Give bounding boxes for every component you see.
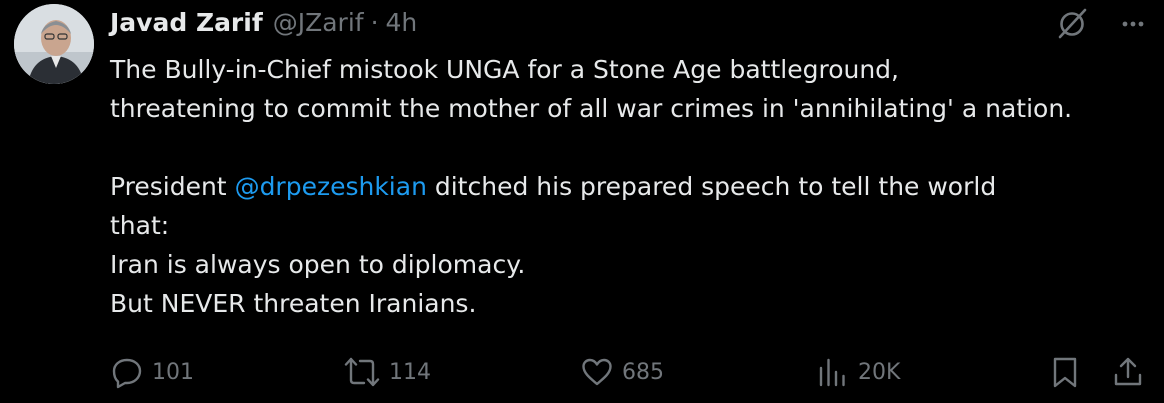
grok-icon[interactable] (1054, 6, 1090, 42)
reply-count: 101 (152, 359, 194, 385)
tweet-action-bar: 101 114 685 20K (110, 352, 1150, 392)
share-button[interactable] (1112, 352, 1144, 392)
share-icon (1114, 357, 1142, 386)
bookmark-icon (1053, 357, 1077, 388)
tweet-text: The Bully-in-Chief mistook UNGA for a St… (110, 50, 1160, 323)
author-handle[interactable]: @JZarif (273, 8, 364, 37)
reply-icon (112, 358, 142, 389)
tweet-line: that: (110, 211, 170, 240)
tweet-line: President @drpezeshkian ditched his prep… (110, 167, 1160, 206)
header-separator: · (370, 7, 379, 37)
tweet-top-actions (1054, 6, 1146, 42)
avatar-image (14, 4, 94, 84)
bookmark-button[interactable] (1050, 352, 1080, 392)
views-button[interactable]: 20K (816, 352, 900, 392)
repost-count: 114 (389, 359, 431, 385)
tweet-line: The Bully-in-Chief mistook UNGA for a St… (110, 55, 900, 84)
tweet-text-segment: ditched his prepared speech to tell the … (426, 172, 997, 201)
author-name[interactable]: Javad Zarif (110, 8, 263, 37)
avatar[interactable] (14, 4, 94, 84)
views-icon (819, 358, 845, 387)
tweet-line: Iran is always open to diplomacy. (110, 250, 526, 279)
tweet-text-segment: President (110, 172, 235, 201)
view-count: 20K (858, 359, 901, 385)
more-icon[interactable] (1120, 11, 1146, 37)
heart-icon (582, 358, 612, 386)
mention-link[interactable]: @drpezeshkian (235, 172, 427, 201)
tweet-line: But NEVER threaten Iranians. (110, 289, 477, 318)
reply-button[interactable]: 101 (110, 352, 194, 392)
like-count: 685 (622, 359, 664, 385)
tweet-line: threatening to commit the mother of all … (110, 94, 1073, 123)
repost-icon (344, 357, 380, 387)
tweet-timestamp[interactable]: 4h (386, 8, 418, 37)
like-button[interactable]: 685 (580, 352, 664, 392)
tweet-header: Javad Zarif @JZarif · 4h (110, 4, 417, 40)
repost-button[interactable]: 114 (343, 352, 431, 392)
